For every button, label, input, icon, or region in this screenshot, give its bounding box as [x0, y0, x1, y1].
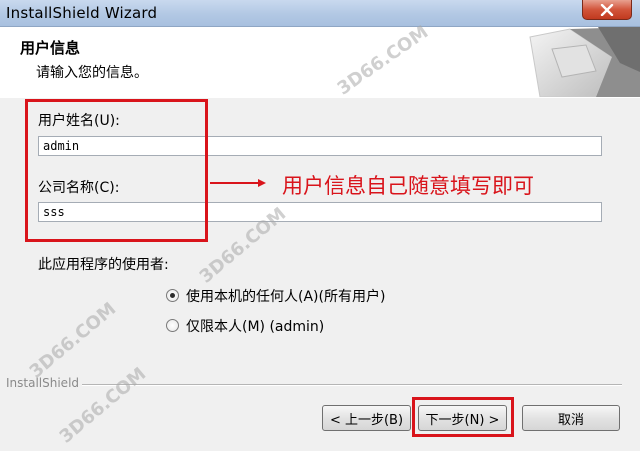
wizard-header: 用户信息 请输入您的信息。 — [0, 27, 640, 98]
page-title: 用户信息 — [20, 39, 81, 57]
close-icon — [600, 3, 614, 16]
installshield-brand: InstallShield — [6, 376, 80, 390]
radio-only-me[interactable] — [166, 319, 179, 332]
highlight-box-fields — [25, 99, 208, 242]
window-title: InstallShield Wizard — [6, 4, 158, 22]
watermark-site: 3D66.COM — [25, 298, 121, 383]
cancel-button[interactable]: 取消 — [522, 405, 620, 431]
title-bar[interactable]: InstallShield Wizard — [0, 0, 640, 27]
installshield-wizard-window: InstallShield Wizard 用户信息 请输入您的信息。 用户姓名(… — [0, 0, 640, 451]
highlight-box-next — [412, 397, 514, 437]
close-button[interactable] — [582, 0, 632, 20]
arrow-right-icon — [210, 179, 266, 187]
back-button[interactable]: < 上一步(B) — [322, 405, 411, 431]
radio-anyone[interactable] — [166, 289, 179, 302]
page-subtitle: 请输入您的信息。 — [36, 65, 148, 81]
option-anyone-label[interactable]: 使用本机的任何人(A)(所有用户) — [186, 286, 385, 306]
footer-divider — [82, 384, 622, 386]
computer-graphic-icon — [500, 27, 640, 97]
header-divider — [0, 97, 640, 98]
option-only-me-label[interactable]: 仅限本人(M) (admin) — [186, 316, 324, 336]
annotation-text: 用户信息自己随意填写即可 — [282, 174, 534, 198]
users-label: 此应用程序的使用者: — [38, 257, 169, 273]
radio-selected-dot-icon — [170, 293, 175, 298]
